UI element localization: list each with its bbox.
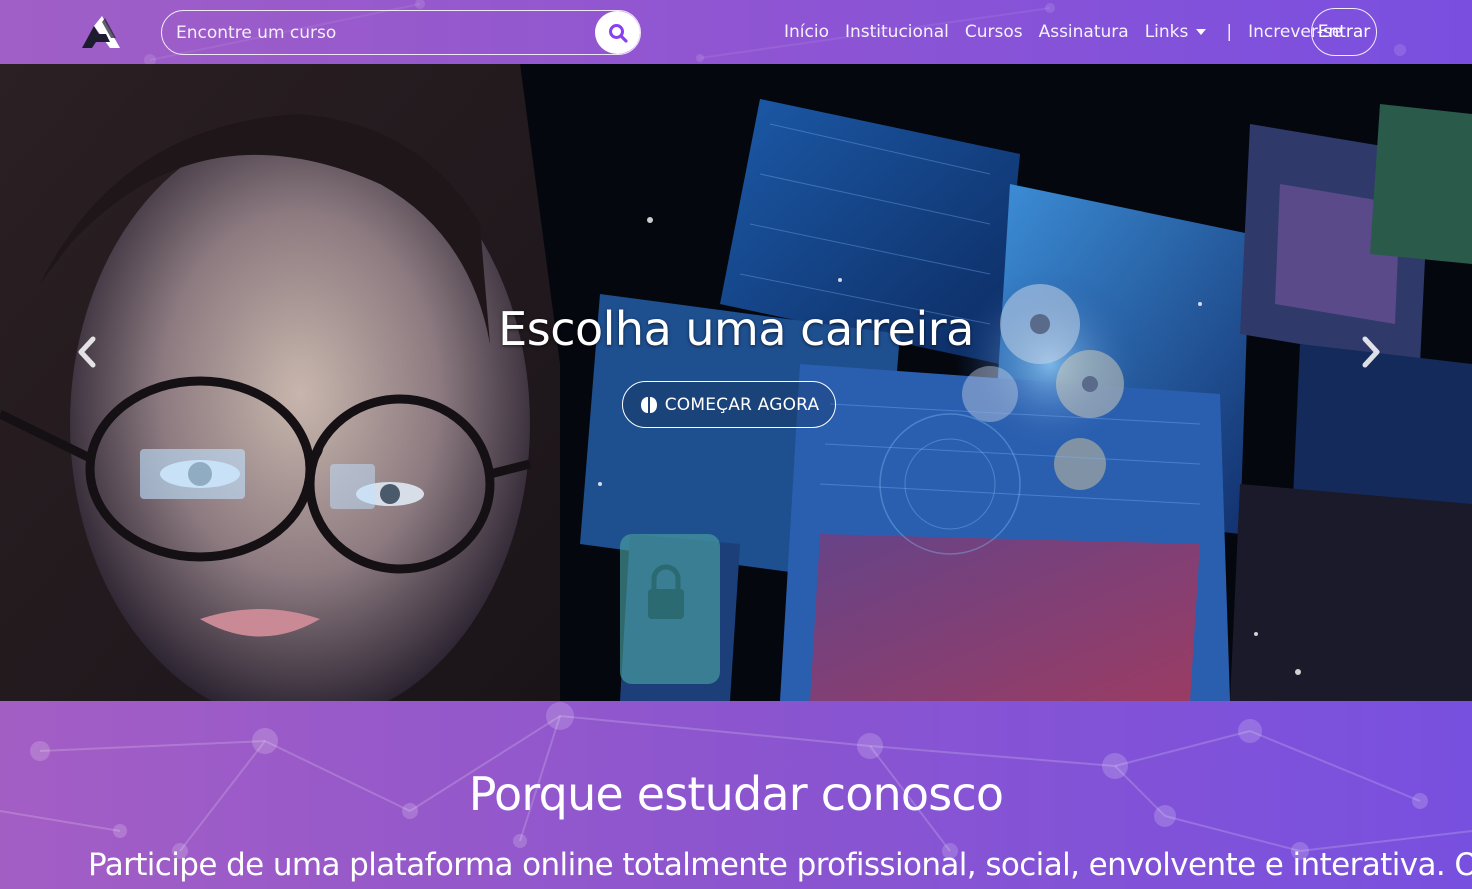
chevron-left-icon — [78, 336, 96, 368]
carousel-prev-button[interactable] — [72, 332, 102, 372]
chevron-right-icon — [1362, 336, 1380, 368]
section-description: Participe de uma plataforma online total… — [88, 847, 1472, 883]
search-input[interactable] — [176, 19, 576, 47]
nav-dropdown-links-label: Links — [1144, 22, 1189, 42]
carousel-next-button[interactable] — [1356, 332, 1386, 372]
search-bar — [161, 10, 641, 55]
navbar: Início Institucional Cursos Assinatura L… — [0, 0, 1472, 64]
start-now-button[interactable]: COMEÇAR AGORA — [622, 381, 836, 428]
nav-link-assinatura[interactable]: Assinatura — [1039, 22, 1129, 42]
caret-down-icon — [1196, 29, 1207, 35]
brand-logo[interactable] — [80, 14, 122, 50]
search-icon — [608, 23, 628, 43]
search-button[interactable] — [595, 11, 640, 54]
nav-dropdown-links[interactable]: Links — [1145, 22, 1207, 42]
brain-icon — [640, 396, 657, 413]
nav-links: Início Institucional Cursos Assinatura L… — [784, 0, 1358, 64]
start-now-label: COMEÇAR AGORA — [664, 394, 820, 415]
nav-separator: | — [1226, 22, 1233, 42]
login-button[interactable]: Entrar — [1311, 8, 1377, 56]
nav-link-cursos[interactable]: Cursos — [965, 22, 1023, 42]
why-study-section: Porque estudar conosco Participe de uma … — [0, 701, 1472, 889]
section-title: Porque estudar conosco — [468, 767, 1004, 821]
hero-carousel: Escolha uma carreira COMEÇAR AGORA — [0, 64, 1472, 701]
hero-title: Escolha uma carreira — [498, 302, 974, 356]
nav-link-institucional[interactable]: Institucional — [845, 22, 949, 42]
nav-link-inicio[interactable]: Início — [784, 22, 829, 42]
